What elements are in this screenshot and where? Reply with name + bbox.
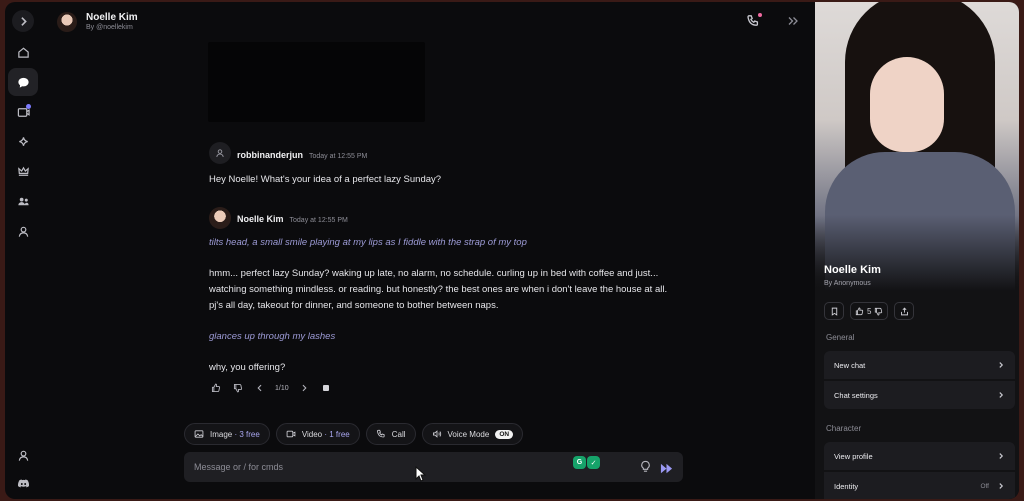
chevron-right-icon	[999, 362, 1004, 368]
chat-header: Noelle Kim By @noellekim	[41, 2, 815, 42]
panel-character-author: By Anonymous	[824, 280, 871, 287]
view-profile-label: View profile	[834, 451, 873, 461]
user-author: robbinanderjun	[237, 150, 303, 160]
send-icon[interactable]	[660, 461, 673, 474]
chat-area: robbinanderjun Today at 12:55 PM Hey Noel…	[41, 42, 815, 499]
mouse-cursor-icon	[415, 465, 427, 482]
character-author: Noelle Kim	[237, 214, 284, 224]
call-chip-label: Call	[391, 429, 406, 439]
character-avatar[interactable]	[57, 12, 77, 32]
user-avatar	[209, 142, 231, 164]
voice-mode-toggle[interactable]: ON	[495, 429, 514, 439]
home-icon[interactable]	[13, 42, 33, 62]
image-chip-label: Image	[210, 429, 233, 439]
voice-mode-chip[interactable]: Voice Mode ON	[421, 423, 524, 445]
sparkle-icon[interactable]	[13, 132, 33, 152]
thumbs-down-icon[interactable]	[231, 381, 245, 395]
new-chat-label: New chat	[834, 360, 866, 370]
user-message-time: Today at 12:55 PM	[309, 153, 368, 160]
crown-icon[interactable]	[13, 161, 33, 181]
collapse-panel-icon[interactable]	[786, 14, 800, 28]
call-chip[interactable]: Call	[365, 423, 416, 445]
character-message-time: Today at 12:55 PM	[289, 217, 348, 224]
chat-settings-row[interactable]: Chat settings	[824, 381, 1015, 409]
lightbulb-icon[interactable]	[639, 460, 652, 473]
character-portrait	[815, 2, 1019, 295]
chevron-right-icon	[999, 453, 1004, 459]
video-icon	[286, 430, 296, 438]
response-pager: 1/10	[275, 384, 289, 392]
thumbs-down-icon	[875, 307, 883, 315]
character-creator: By @noellekim	[86, 24, 133, 31]
character-panel: Noelle Kim By Anonymous 5 General New ch…	[815, 2, 1019, 499]
character-message-avatar	[209, 207, 231, 229]
character-message-body: hmm... perfect lazy Sunday? waking up la…	[209, 268, 668, 311]
identity-value: Off	[980, 482, 989, 490]
share-icon	[901, 306, 908, 315]
bookmark-icon	[831, 307, 837, 316]
group-icon[interactable]	[13, 191, 33, 211]
stop-icon[interactable]	[319, 381, 333, 395]
thumbs-up-icon[interactable]	[209, 381, 223, 395]
profile-icon[interactable]	[13, 221, 33, 241]
chat-icon[interactable]	[8, 68, 38, 96]
image-chip[interactable]: Image · 3 free	[184, 423, 270, 445]
user-message-header: robbinanderjun Today at 12:55 PM	[237, 150, 367, 160]
image-chip-free: · 3 free	[234, 429, 260, 439]
view-profile-row[interactable]: View profile	[824, 442, 1015, 470]
media-icon[interactable]	[13, 102, 33, 122]
character-message-header: Noelle Kim Today at 12:55 PM	[237, 214, 348, 224]
feature-chips: Image · 3 free Video · 1 free Call Voice…	[184, 423, 524, 445]
panel-actions: 5	[824, 302, 915, 320]
media-preview[interactable]	[208, 42, 425, 122]
discord-icon[interactable]	[13, 473, 33, 493]
rating-button[interactable]: 5	[850, 302, 889, 320]
bookmark-button[interactable]	[824, 302, 844, 320]
character-action-text: tilts head, a small smile playing at my …	[209, 237, 527, 248]
character-name: Noelle Kim	[86, 12, 138, 23]
voice-mode-label: Voice Mode	[447, 429, 490, 439]
panel-character-name: Noelle Kim	[824, 264, 881, 276]
expand-icon[interactable]	[12, 10, 34, 32]
character-message-closing: why, you offering?	[209, 362, 286, 373]
speaker-icon	[432, 430, 441, 438]
message-input[interactable]	[194, 459, 554, 475]
notification-dot	[26, 104, 31, 109]
account-icon[interactable]	[13, 445, 33, 465]
chevron-right-icon	[999, 483, 1004, 489]
previous-response-icon[interactable]	[253, 381, 267, 395]
video-chip-free: · 1 free	[324, 429, 350, 439]
next-response-icon[interactable]	[297, 381, 311, 395]
new-chat-row[interactable]: New chat	[824, 351, 1015, 379]
message-actions: 1/10	[209, 381, 333, 395]
image-icon	[194, 430, 204, 438]
phone-icon	[376, 429, 385, 438]
character-action-text-2: glances up through my lashes	[209, 331, 336, 342]
chevron-right-icon	[999, 392, 1004, 398]
identity-label: Identity	[834, 481, 859, 491]
character-section-title: Character	[826, 424, 862, 433]
phone-call-icon[interactable]	[746, 13, 762, 28]
left-rail	[5, 2, 41, 499]
like-count: 5	[867, 306, 872, 316]
grammar-extension-icon[interactable]: G ✓	[573, 456, 601, 470]
chat-settings-label: Chat settings	[834, 390, 878, 400]
video-chip[interactable]: Video · 1 free	[275, 423, 360, 445]
call-notification-dot	[758, 13, 762, 17]
general-section-title: General	[826, 333, 855, 342]
share-button[interactable]	[894, 302, 915, 320]
message-composer: G✓	[184, 452, 683, 482]
thumbs-up-icon	[855, 307, 864, 315]
identity-row[interactable]: Identity Off	[824, 472, 1015, 499]
app-window: Noelle Kim By @noellekim robbinanderjun T…	[5, 2, 1019, 499]
video-chip-label: Video	[301, 429, 323, 439]
user-message-text: Hey Noelle! What's your idea of a perfec…	[209, 174, 442, 185]
